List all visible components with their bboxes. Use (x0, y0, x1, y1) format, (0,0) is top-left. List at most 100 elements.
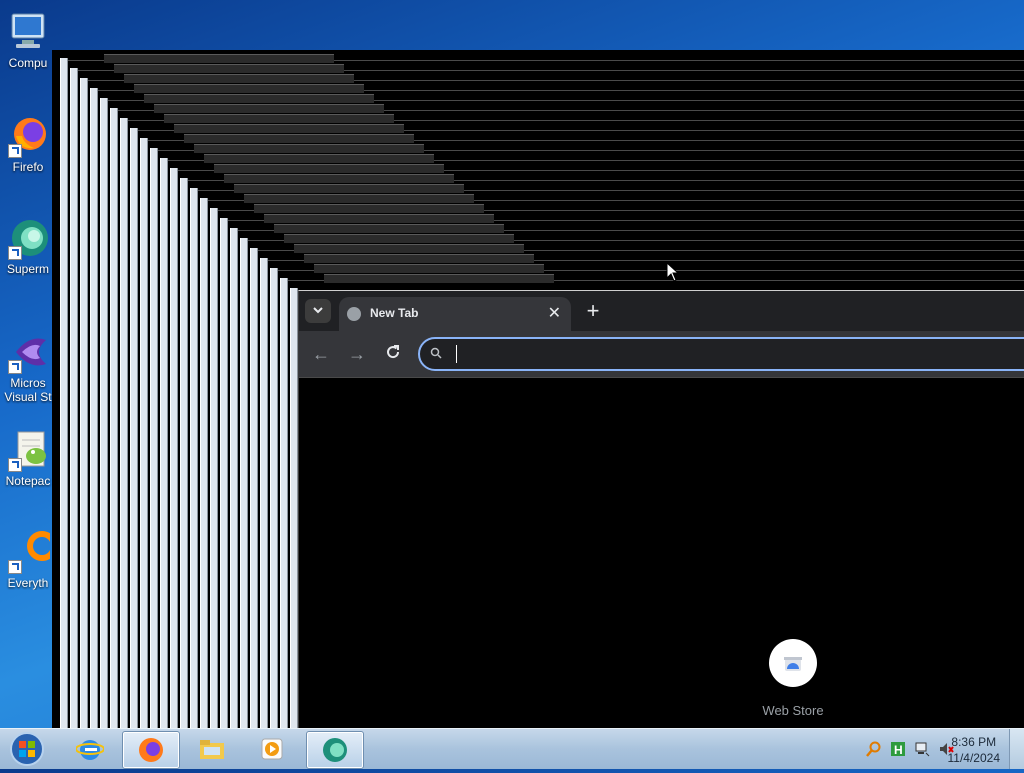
desktop-icon-notepad[interactable]: Notepac (0, 428, 56, 488)
trail-title-bar (124, 74, 354, 83)
trail-title-bar (174, 124, 404, 133)
firefox-icon (6, 114, 50, 158)
trail-title-bar (144, 94, 374, 103)
shortcut-tile-web-store[interactable]: Web Store (745, 639, 841, 718)
start-button[interactable] (4, 730, 50, 768)
trail-title-bar (194, 144, 424, 153)
h-tray-icon[interactable]: H (890, 741, 906, 757)
shortcut-label: Web Store (762, 703, 824, 718)
mouse-cursor-icon (666, 262, 680, 282)
trail-edge (130, 128, 138, 728)
new-tab-button[interactable]: + (581, 298, 605, 324)
trail-title-bar (294, 244, 524, 253)
trail-edge (210, 208, 218, 728)
trail-title-bar (234, 184, 464, 193)
globe-icon (347, 307, 361, 321)
trail-title-bar (324, 274, 554, 283)
desktop-icon-label-line2: Visual St (4, 390, 52, 404)
svg-text:H: H (894, 743, 903, 757)
trail-title-bar (314, 264, 544, 273)
trail-edge (110, 108, 118, 728)
trail-title-bar (254, 204, 484, 213)
search-tray-icon[interactable] (866, 741, 882, 757)
clock[interactable]: 8:36 PM 11/4/2024 (948, 734, 1001, 766)
trail-title-bar (244, 194, 474, 203)
browser-toolbar: ← → (299, 331, 1024, 378)
desktop-icon-everything[interactable]: Everyth (0, 530, 57, 590)
trail-edge (60, 58, 68, 728)
taskbar-firefox[interactable] (122, 731, 180, 769)
reload-icon (387, 345, 400, 359)
trail-edge (140, 138, 148, 728)
trail-title-bar (284, 234, 514, 243)
trail-title-bar (264, 214, 494, 223)
clock-date: 11/4/2024 (947, 751, 1001, 765)
trail-edge (240, 238, 248, 728)
close-icon[interactable]: ✕ (548, 303, 561, 323)
web-store-icon (769, 639, 817, 687)
desktop-icon-label: Everyth (7, 576, 49, 590)
trail-edge (150, 148, 158, 728)
desktop-icon-visual-studio[interactable]: Micros Visual St (0, 330, 56, 404)
address-bar[interactable] (418, 337, 1024, 371)
trail-title-bar (104, 54, 334, 63)
taskbar-internet-explorer[interactable] (62, 731, 118, 767)
trail-title-bar (214, 164, 444, 173)
chevron-down-icon (313, 307, 323, 314)
search-icon (430, 347, 442, 359)
trail-title-bar (274, 224, 504, 233)
trail-title-bar (304, 254, 534, 263)
tab-strip: New Tab ✕ + (299, 291, 1024, 331)
trail-title-bar (154, 104, 384, 113)
trail-title-bar (224, 174, 454, 183)
media-player-icon (261, 738, 283, 760)
desktop-icon-supermium[interactable]: Superm (0, 216, 56, 276)
reload-button[interactable] (383, 344, 403, 364)
trail-title-bar (184, 134, 414, 143)
shortcut-arrow-icon (8, 458, 22, 472)
trail-edge (200, 198, 208, 728)
trail-edge (260, 258, 268, 728)
tab-search-button[interactable] (305, 299, 331, 323)
trail-edge (180, 178, 188, 728)
shortcut-arrow-icon (8, 560, 22, 574)
trail-edge (250, 248, 258, 728)
computer-icon (6, 10, 50, 54)
internet-explorer-icon (76, 740, 104, 760)
file-explorer-icon (200, 740, 224, 759)
trail-title-bar (114, 64, 344, 73)
taskbar: H 8:36 PM 11/4/2024 (0, 728, 1024, 769)
everything-icon (6, 530, 57, 574)
network-icon[interactable] (914, 741, 930, 757)
desktop-icon-label: Notepac (5, 474, 51, 488)
trail-edge (280, 278, 288, 728)
visual-studio-icon (6, 330, 50, 374)
notepad-plus-plus-icon (6, 428, 50, 472)
desktop-icon-firefox[interactable]: Firefo (0, 114, 56, 174)
taskbar-supermium[interactable] (306, 731, 364, 769)
desktop-icon-label: Superm (6, 262, 50, 276)
clock-time: 8:36 PM (951, 735, 997, 749)
show-desktop-button[interactable] (1009, 729, 1024, 769)
trail-edge (70, 68, 78, 728)
desktop-icon-computer[interactable]: Compu (0, 10, 56, 70)
forward-button[interactable]: → (347, 344, 367, 364)
trail-edge (100, 98, 108, 728)
taskbar-media-player[interactable] (244, 731, 300, 767)
trail-edge (230, 228, 238, 728)
text-caret (456, 345, 457, 363)
system-tray: H 8:36 PM 11/4/2024 (824, 729, 1024, 769)
trail-edge (80, 78, 88, 728)
taskbar-file-explorer[interactable] (184, 731, 240, 767)
shortcut-arrow-icon (8, 246, 22, 260)
desktop-icon-label: Compu (8, 56, 48, 70)
address-input[interactable] (460, 344, 1024, 366)
trail-title-bar (204, 154, 434, 163)
trail-edge (120, 118, 128, 728)
browser-window[interactable]: New Tab ✕ + ← → Web Store (298, 290, 1024, 729)
supermium-icon (323, 738, 347, 762)
tab-new-tab[interactable]: New Tab ✕ (339, 297, 571, 331)
shortcut-arrow-icon (8, 144, 22, 158)
back-button[interactable]: ← (311, 344, 331, 364)
trail-edge (190, 188, 198, 728)
